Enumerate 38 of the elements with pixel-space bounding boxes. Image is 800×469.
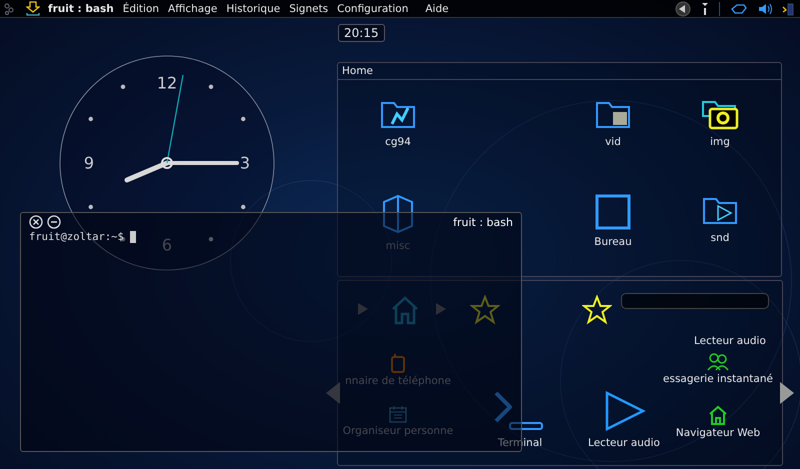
house-icon[interactable] (708, 405, 728, 425)
text-cursor (130, 231, 136, 243)
star-icon[interactable] (582, 295, 612, 325)
menu-item[interactable]: Édition (122, 2, 160, 14)
folder-label[interactable]: snd (710, 232, 730, 244)
info-icon[interactable] (701, 2, 709, 16)
menu-item[interactable]: Affichage (168, 2, 218, 14)
app-label[interactable]: Lecteur audio (694, 335, 766, 347)
menu-item[interactable]: Signets (289, 2, 328, 14)
app-label[interactable]: Lecteur audio (588, 437, 660, 449)
clock-numeral: 3 (240, 154, 250, 172)
shell-prompt: fruit@zoltar:~$ (29, 231, 124, 243)
app-label[interactable]: Navigateur Web (676, 427, 760, 439)
app-title: fruit : bash (48, 2, 114, 14)
menu-item[interactable]: Aide (425, 2, 449, 14)
right-arrow-icon[interactable] (780, 382, 794, 404)
digital-clock: 20:15 (338, 24, 385, 42)
panel-title: Home (338, 63, 781, 80)
menu-item[interactable]: Configuration (337, 2, 408, 14)
minimize-icon[interactable] (47, 215, 61, 229)
people-icon[interactable] (707, 353, 729, 371)
clock-numeral: 6 (162, 236, 172, 254)
volume-icon[interactable] (758, 2, 772, 14)
search-field[interactable] (621, 293, 769, 309)
folder-label[interactable]: img (710, 136, 730, 148)
window-title: fruit : bash (453, 216, 513, 228)
star-icon[interactable] (470, 295, 500, 325)
square-frame-icon[interactable] (593, 194, 633, 230)
download-arrow-icon[interactable] (26, 1, 40, 16)
folder-label[interactable]: cg94 (385, 136, 411, 148)
folder-label[interactable]: Bureau (594, 236, 632, 248)
folder-label[interactable]: vid (605, 136, 621, 148)
close-icon[interactable] (29, 215, 43, 229)
folder-camera-icon[interactable] (700, 98, 740, 130)
clock-numeral: 12 (156, 74, 178, 92)
menu-item[interactable]: Historique (226, 2, 280, 14)
app-label[interactable]: essagerie instantané (663, 373, 773, 385)
clock-numeral: 9 (84, 154, 94, 172)
